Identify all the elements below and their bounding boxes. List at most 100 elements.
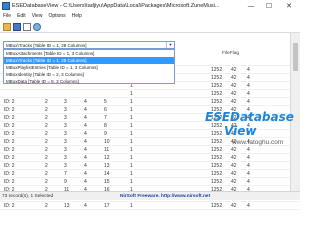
table-cell: 2 <box>45 131 48 137</box>
table-cell: 6 <box>104 107 107 113</box>
table-cell: 42 <box>231 99 237 105</box>
table-cell: 1252 <box>211 131 223 137</box>
table-cell: 10 <box>104 139 110 145</box>
table-cell: 1 <box>130 147 133 153</box>
table-cell: 9 <box>104 131 107 137</box>
app-window: ESEDatabaseView - C:\Users\tadjiyu\AppDa… <box>0 0 300 210</box>
table-cell: 7 <box>64 171 67 177</box>
table-cell: 4 <box>247 203 250 209</box>
table-row[interactable]: ID: 2 2 3 4 5 1 1252 42 4 <box>0 98 300 106</box>
table-cell: 42 <box>231 91 237 97</box>
title-bar: ESEDatabaseView - C:\Users\tadjiyu\AppDa… <box>0 0 300 12</box>
table-cell: 4 <box>84 147 87 153</box>
table-cell: 1 <box>130 179 133 185</box>
table-cell: 13 <box>104 163 110 169</box>
watermark-title-line2: View <box>224 124 257 138</box>
menu-bar: File Edit View Options Help <box>0 12 300 21</box>
scrollbar-thumb[interactable] <box>293 43 298 71</box>
table-cell: 1 <box>130 91 133 97</box>
watermark-title: ESEDatabase <box>205 110 294 124</box>
table-row[interactable]: 1 1252 42 4 <box>0 90 300 98</box>
table-cell: 7 <box>104 115 107 121</box>
table-option[interactable]: MBoxIdentity [Table ID = 2, 3 Columns] <box>4 71 174 78</box>
table-cell: 2 <box>45 123 48 129</box>
table-cell: 8 <box>104 123 107 129</box>
table-cell: 4 <box>247 155 250 161</box>
table-cell: ID: 2 <box>4 163 15 169</box>
save-icon[interactable] <box>13 23 21 31</box>
table-cell: 4 <box>247 75 250 81</box>
table-row[interactable]: ID: 2 2 9 4 15 1 1252 42 4 <box>0 178 300 186</box>
table-cell: 11 <box>104 147 110 153</box>
table-cell: 15 <box>104 179 110 185</box>
table-cell: 3 <box>64 163 67 169</box>
table-option[interactable]: MBoxPlaylistEntries [Table ID = 1, 3 Col… <box>4 64 174 71</box>
table-row[interactable]: ID: 2 2 3 4 12 1 1252 42 4 <box>0 154 300 162</box>
table-cell: ID: 2 <box>4 203 15 209</box>
table-option-selected[interactable]: MBox\Tracks [Table ID = 1, 28 Columns] <box>4 57 174 64</box>
chevron-down-icon[interactable]: ▼ <box>166 42 174 48</box>
table-cell: 2 <box>45 203 48 209</box>
table-cell: 1 <box>130 139 133 145</box>
table-cell: 1252 <box>211 171 223 177</box>
open-folder-icon[interactable] <box>3 23 11 31</box>
table-cell: 42 <box>231 67 237 73</box>
minimize-button[interactable]: — <box>244 0 258 12</box>
table-cell: 4 <box>84 123 87 129</box>
menu-view[interactable]: View <box>29 12 46 21</box>
table-cell: 4 <box>247 163 250 169</box>
table-cell: 4 <box>247 171 250 177</box>
table-option[interactable]: MBoxData [Table ID = 8, 3 Columns] <box>4 78 174 85</box>
table-cell: 3 <box>64 155 67 161</box>
table-option[interactable]: MBoxAttachments [Table ID = 1, 3 Columns… <box>4 50 174 57</box>
table-cell: 3 <box>64 107 67 113</box>
table-cell: 3 <box>64 139 67 145</box>
table-cell: ID: 2 <box>4 115 15 121</box>
menu-help[interactable]: Help <box>69 12 85 21</box>
table-cell: ID: 2 <box>4 107 15 113</box>
table-cell: 4 <box>247 67 250 73</box>
table-cell: 42 <box>231 179 237 185</box>
table-cell: 2 <box>45 99 48 105</box>
table-cell: 1252 <box>211 67 223 73</box>
table-cell: ID: 2 <box>4 155 15 161</box>
table-cell: ID: 2 <box>4 131 15 137</box>
table-row[interactable]: ID: 2 2 7 4 14 1 1252 42 4 <box>0 170 300 178</box>
find-icon[interactable] <box>33 23 41 31</box>
table-cell: 4 <box>247 179 250 185</box>
menu-options[interactable]: Options <box>45 12 68 21</box>
copy-icon[interactable] <box>23 23 31 31</box>
window-title: ESEDatabaseView - C:\Users\tadjiyu\AppDa… <box>12 3 220 9</box>
table-cell: 1 <box>130 163 133 169</box>
table-selector[interactable]: MBox\Tracks [Table ID = 1, 28 Columns] ▼ <box>3 41 175 49</box>
table-row[interactable]: ID: 2 2 3 4 13 1 1252 42 4 <box>0 162 300 170</box>
table-cell: 2 <box>45 179 48 185</box>
table-cell: 1252 <box>211 83 223 89</box>
table-row[interactable]: ID: 221341711252424 <box>0 202 300 210</box>
maximize-button[interactable]: ☐ <box>262 0 276 12</box>
menu-edit[interactable]: Edit <box>14 12 29 21</box>
table-cell: ID: 2 <box>4 147 15 153</box>
table-cell: 1 <box>130 115 133 121</box>
table-cell: ID: 2 <box>4 171 15 177</box>
table-cell: 4 <box>84 179 87 185</box>
table-cell: 2 <box>45 147 48 153</box>
table-cell: 1252 <box>211 91 223 97</box>
table-cell: 1252 <box>211 139 223 145</box>
close-button[interactable]: ✕ <box>282 0 296 12</box>
status-bar: 73 record(s), 1 Selected NirSoft Freewar… <box>0 191 300 200</box>
table-cell: 13 <box>64 203 70 209</box>
nirsoft-link[interactable]: NirSoft Freeware. http://www.nirsoft.net <box>120 192 210 201</box>
table-cell: 4 <box>84 163 87 169</box>
table-dropdown-list: MBoxAttachments [Table ID = 1, 3 Columns… <box>3 49 175 84</box>
table-cell: ID: 2 <box>4 139 15 145</box>
column-header-fileflag[interactable]: FileFlag <box>222 50 239 58</box>
table-cell: 1 <box>130 123 133 129</box>
menu-file[interactable]: File <box>0 12 14 21</box>
table-cell: 4 <box>84 139 87 145</box>
table-cell: 2 <box>45 163 48 169</box>
database-icon <box>2 2 10 10</box>
table-row[interactable]: ID: 2 2 3 4 11 1 1252 42 4 <box>0 146 300 154</box>
table-selector-value: MBox\Tracks [Table ID = 1, 28 Columns] <box>6 43 87 48</box>
table-cell: 2 <box>45 139 48 145</box>
